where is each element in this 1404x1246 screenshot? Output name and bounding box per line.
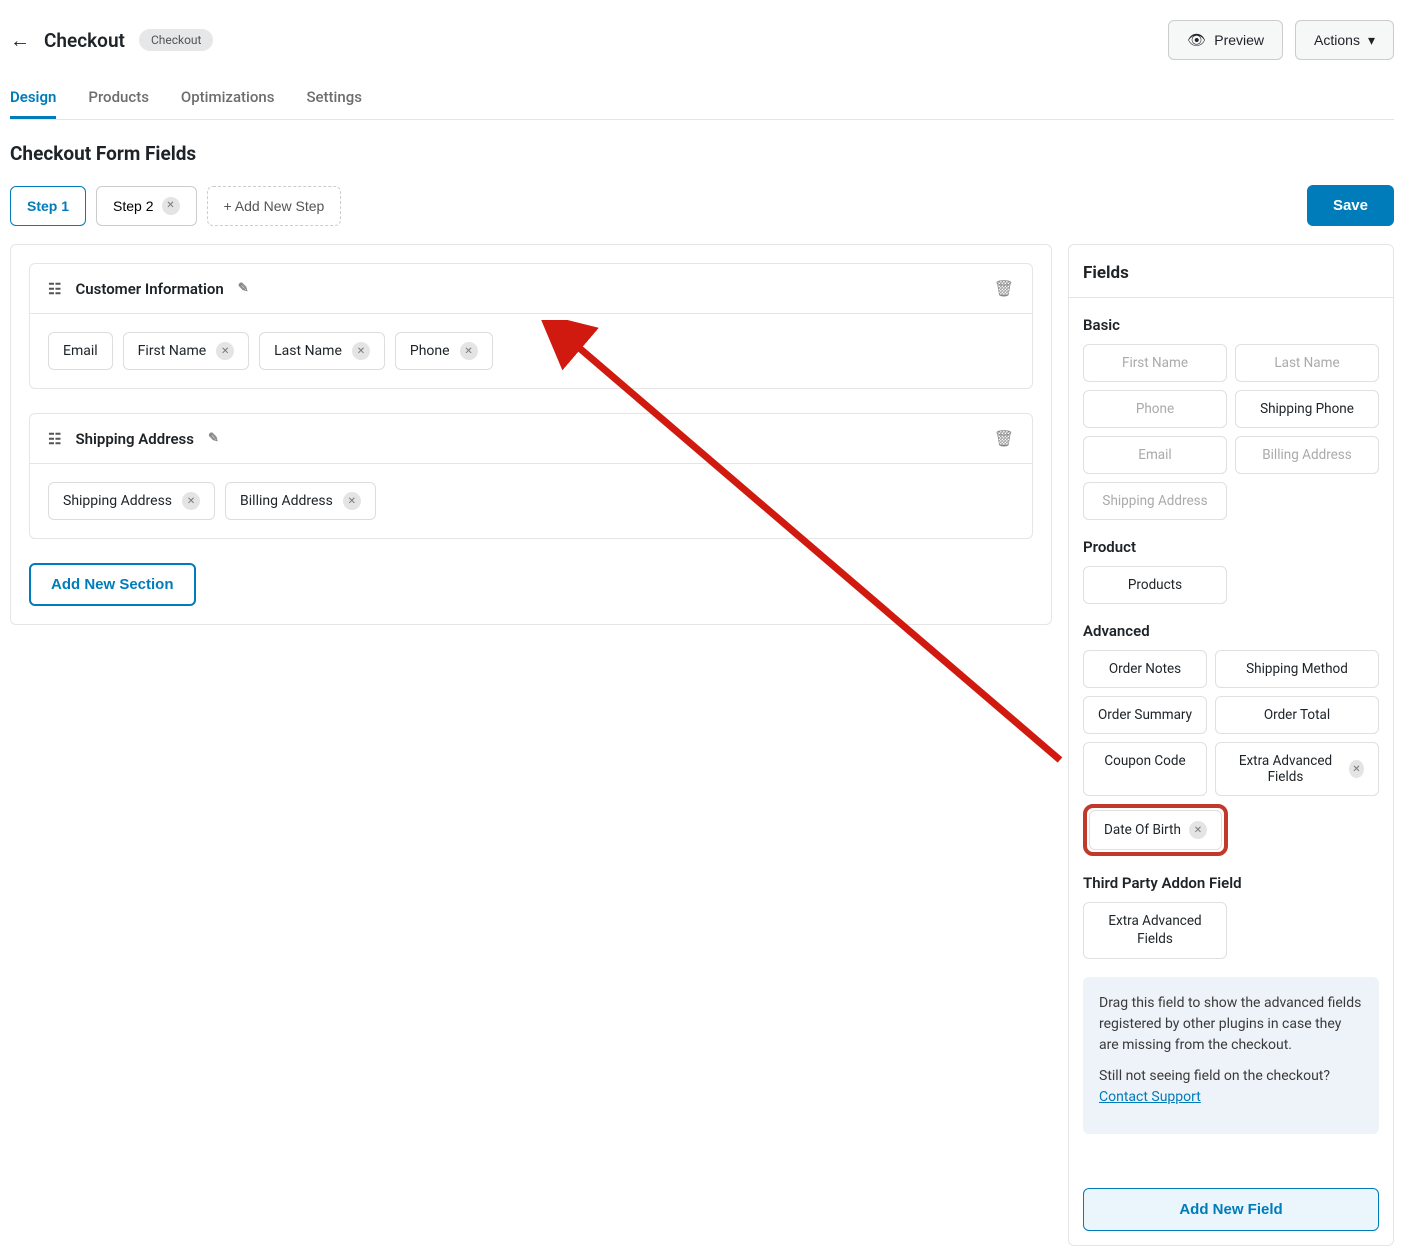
palette-billing-address[interactable]: Billing Address — [1235, 436, 1379, 474]
section-title: Shipping Address — [75, 430, 194, 448]
section-customer-information: ☷ Customer Information ✎ 🗑 Email First N… — [29, 263, 1033, 389]
close-icon[interactable]: ✕ — [1349, 760, 1364, 778]
palette-shipping-phone[interactable]: Shipping Phone — [1235, 390, 1379, 428]
group-product-label: Product — [1083, 538, 1379, 556]
step-1-label: Step 1 — [27, 198, 69, 214]
section-title: Customer Information — [75, 280, 223, 298]
step-2-label: Step 2 — [113, 198, 153, 214]
group-advanced-label: Advanced — [1083, 622, 1379, 640]
palette-extra-advanced[interactable]: Extra Advanced Fields ✕ — [1215, 742, 1379, 796]
help-text-1: Drag this field to show the advanced fie… — [1099, 993, 1363, 1056]
tab-settings[interactable]: Settings — [306, 78, 362, 119]
tab-optimizations[interactable]: Optimizations — [181, 78, 275, 119]
actions-label: Actions — [1314, 32, 1360, 48]
eye-icon: 👁 — [1187, 31, 1206, 49]
page-badge: Checkout — [139, 29, 214, 51]
preview-label: Preview — [1214, 32, 1264, 48]
palette-first-name[interactable]: First Name — [1083, 344, 1227, 382]
edit-icon[interactable]: ✎ — [208, 431, 219, 446]
field-chip-first-name[interactable]: First Name ✕ — [123, 332, 249, 370]
palette-order-notes[interactable]: Order Notes — [1083, 650, 1207, 688]
add-field-button[interactable]: Add New Field — [1083, 1188, 1379, 1231]
fields-heading: Fields — [1083, 263, 1379, 283]
group-basic-label: Basic — [1083, 316, 1379, 334]
add-section-button[interactable]: Add New Section — [29, 563, 196, 606]
actions-button[interactable]: Actions ▾ — [1295, 20, 1394, 60]
palette-extra-advanced-third[interactable]: Extra Advanced Fields — [1083, 902, 1227, 959]
close-icon[interactable]: ✕ — [1189, 821, 1207, 839]
field-chip-phone[interactable]: Phone ✕ — [395, 332, 493, 370]
step-1-button[interactable]: Step 1 — [10, 186, 86, 226]
close-icon[interactable]: ✕ — [162, 197, 180, 215]
help-text-2: Still not seeing field on the checkout? — [1099, 1068, 1330, 1084]
close-icon[interactable]: ✕ — [216, 342, 234, 360]
chevron-down-icon: ▾ — [1368, 32, 1375, 49]
palette-date-of-birth[interactable]: Date Of Birth ✕ — [1089, 810, 1222, 850]
close-icon[interactable]: ✕ — [352, 342, 370, 360]
tab-products[interactable]: Products — [88, 78, 149, 119]
page-title: Checkout — [44, 29, 125, 52]
close-icon[interactable]: ✕ — [182, 492, 200, 510]
field-chip-email[interactable]: Email — [48, 332, 113, 370]
palette-last-name[interactable]: Last Name — [1235, 344, 1379, 382]
annotation-highlight: Date Of Birth ✕ — [1083, 804, 1228, 856]
preview-button[interactable]: 👁 Preview — [1168, 20, 1283, 60]
back-arrow[interactable]: ← — [10, 28, 30, 53]
add-step-label: + Add New Step — [224, 198, 325, 214]
edit-icon[interactable]: ✎ — [238, 281, 249, 296]
palette-order-total[interactable]: Order Total — [1215, 696, 1379, 734]
divider — [1069, 297, 1393, 298]
section-heading: Checkout Form Fields — [10, 142, 1394, 165]
palette-products[interactable]: Products — [1083, 566, 1227, 604]
add-step-button[interactable]: + Add New Step — [207, 186, 342, 226]
trash-icon[interactable]: 🗑 — [994, 279, 1014, 298]
tab-bar: Design Products Optimizations Settings — [10, 78, 1394, 120]
drag-handle-icon[interactable]: ☷ — [48, 280, 61, 298]
palette-email[interactable]: Email — [1083, 436, 1227, 474]
field-chip-shipping-address[interactable]: Shipping Address ✕ — [48, 482, 215, 520]
palette-shipping-address[interactable]: Shipping Address — [1083, 482, 1227, 520]
field-chip-billing-address[interactable]: Billing Address ✕ — [225, 482, 376, 520]
palette-coupon-code[interactable]: Coupon Code — [1083, 742, 1207, 796]
palette-shipping-method[interactable]: Shipping Method — [1215, 650, 1379, 688]
close-icon[interactable]: ✕ — [343, 492, 361, 510]
trash-icon[interactable]: 🗑 — [994, 429, 1014, 448]
drag-handle-icon[interactable]: ☷ — [48, 430, 61, 448]
section-shipping-address: ☷ Shipping Address ✎ 🗑 Shipping Address … — [29, 413, 1033, 539]
step-2-button[interactable]: Step 2 ✕ — [96, 186, 196, 226]
help-box: Drag this field to show the advanced fie… — [1083, 977, 1379, 1134]
palette-phone[interactable]: Phone — [1083, 390, 1227, 428]
group-third-party-label: Third Party Addon Field — [1083, 874, 1379, 892]
close-icon[interactable]: ✕ — [460, 342, 478, 360]
tab-design[interactable]: Design — [10, 78, 56, 119]
fields-panel: Fields Basic First Name Last Name Phone … — [1068, 244, 1394, 1246]
save-button[interactable]: Save — [1307, 185, 1394, 226]
palette-order-summary[interactable]: Order Summary — [1083, 696, 1207, 734]
contact-support-link[interactable]: Contact Support — [1099, 1089, 1201, 1105]
field-chip-last-name[interactable]: Last Name ✕ — [259, 332, 385, 370]
